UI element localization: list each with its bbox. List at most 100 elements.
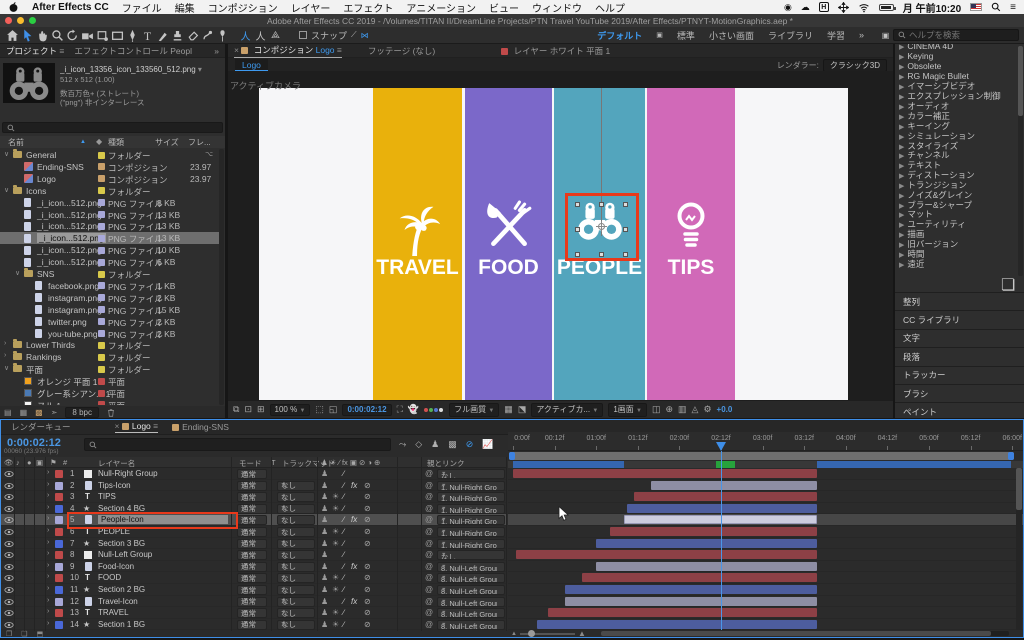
- tab-layer[interactable]: レイヤー ホワイト 平面 1: [501, 45, 610, 57]
- menu-ウィンドウ[interactable]: ウィンドウ: [532, 0, 582, 15]
- section-food[interactable]: FOOD: [465, 88, 552, 400]
- video-column-icon[interactable]: 👁: [4, 458, 14, 467]
- parent-select[interactable]: 1. Null-Right Group▼: [437, 527, 505, 537]
- collapse-switch[interactable]: ☀: [332, 504, 339, 513]
- shy-switch[interactable]: ♟: [321, 504, 328, 513]
- item-name[interactable]: SNS: [37, 269, 54, 279]
- spotlight-search-icon[interactable]: [991, 2, 1001, 12]
- shy-switch[interactable]: ♟: [321, 597, 328, 606]
- project-item-_i_icon-512-png[interactable]: _i_icon...512.pngPNG ファイル8 KB: [0, 197, 219, 209]
- item-name[interactable]: Logo: [37, 174, 56, 184]
- label-chip[interactable]: [98, 330, 105, 337]
- motion-blur-switch[interactable]: ⊘: [364, 481, 371, 490]
- expand-arrow-icon[interactable]: ›: [47, 550, 49, 557]
- project-bit-depth[interactable]: 8 bpc: [65, 407, 99, 418]
- parent-pickwhip-icon[interactable]: @: [425, 481, 433, 490]
- eraser-tool-icon[interactable]: [185, 28, 200, 42]
- layer-bar-FOOD[interactable]: [582, 573, 817, 582]
- label-color-chip[interactable]: [55, 540, 63, 548]
- blend-mode-select[interactable]: 通常▼: [237, 550, 267, 560]
- shy-switch[interactable]: ♟: [321, 481, 328, 490]
- rotation-tool-icon[interactable]: [65, 28, 80, 42]
- visibility-eye-icon[interactable]: [4, 598, 14, 606]
- parent-pickwhip-icon[interactable]: @: [425, 562, 433, 571]
- parent-pickwhip-icon[interactable]: @: [425, 585, 433, 594]
- item-name[interactable]: twitter.png: [48, 317, 87, 327]
- blend-mode-select[interactable]: 通常▼: [237, 504, 267, 514]
- visibility-eye-icon[interactable]: [4, 609, 14, 617]
- move-icon[interactable]: [838, 2, 849, 13]
- number-column[interactable]: #: [63, 458, 67, 467]
- zoom-window-button[interactable]: [29, 17, 36, 24]
- apple-menu-icon[interactable]: [8, 1, 19, 13]
- label-color-chip[interactable]: [55, 493, 63, 501]
- safe-margins-icon[interactable]: ◱: [329, 404, 338, 415]
- item-name[interactable]: _i_icon...512.png: [37, 233, 106, 243]
- magnification-select[interactable]: 100 % ▼: [270, 404, 311, 416]
- shy-switch[interactable]: ♟: [321, 469, 328, 478]
- expand-arrow-icon[interactable]: ›: [47, 539, 49, 546]
- shy-switch[interactable]: ♟: [321, 585, 328, 594]
- transparency-grid-icon[interactable]: ▦: [504, 404, 513, 415]
- shape-tool-icon[interactable]: [110, 28, 125, 42]
- close-tab-icon[interactable]: ×: [115, 421, 120, 431]
- aux-monitor-icon[interactable]: ⊞: [257, 404, 265, 415]
- track-matte-select[interactable]: なし▼: [277, 527, 315, 537]
- project-item-Icons[interactable]: ∨Iconsフォルダー: [0, 185, 219, 197]
- close-window-button[interactable]: [5, 17, 12, 24]
- hide-shy-layers-icon[interactable]: ♟: [431, 439, 439, 450]
- expand-in-point-icon[interactable]: ❐: [6, 630, 12, 638]
- motion-blur-switch[interactable]: ⊘: [364, 515, 371, 524]
- snap-option2-icon[interactable]: ⋈: [361, 31, 369, 40]
- fx-category--[interactable]: ▶ユーティリティ: [895, 218, 1015, 228]
- label-color-chip[interactable]: [55, 586, 63, 594]
- workspace-bar-icon[interactable]: ▣: [878, 28, 893, 42]
- tab-composition[interactable]: × コンポジション Logo ≡: [234, 44, 342, 58]
- parent-select[interactable]: 8. Null-Left Group▼: [437, 597, 505, 607]
- fx-switch[interactable]: fx: [351, 562, 357, 571]
- layer-name[interactable]: Section 3 BG: [98, 539, 145, 548]
- label-chip[interactable]: [98, 306, 105, 313]
- label-chip[interactable]: [98, 235, 105, 242]
- fx-category--[interactable]: ▶チャンネル: [895, 149, 1015, 159]
- layer-name[interactable]: Tips-Icon: [98, 481, 131, 490]
- blend-mode-select[interactable]: 通常▼: [237, 620, 267, 630]
- motion-blur-switch[interactable]: ⊘: [364, 539, 371, 548]
- layer-bar-Section-2-BG[interactable]: [565, 585, 818, 594]
- project-item-General[interactable]: ∨Generalフォルダー⌥: [0, 149, 219, 161]
- layer-row-Tips-Icon[interactable]: ›2Tips-Icon通常▼なし▼♟∕fx⊘@1. Null-Right Gro…: [1, 480, 507, 492]
- parent-select[interactable]: 1. Null-Right Group▼: [437, 481, 505, 491]
- label-chip[interactable]: [98, 378, 105, 385]
- layer-row-Section-2-BG[interactable]: ›11★Section 2 BG通常▼なし▼♟☀∕⊘@8. Null-Left …: [1, 584, 507, 596]
- layer-bar-Null-Right-Group[interactable]: [513, 469, 817, 478]
- item-name[interactable]: facebook.png: [48, 281, 99, 291]
- track-matte-select[interactable]: なし▼: [277, 585, 315, 595]
- visibility-eye-icon[interactable]: [4, 516, 14, 524]
- label-chip[interactable]: [98, 390, 105, 397]
- collapse-switch[interactable]: ☀: [332, 539, 339, 548]
- expand-arrow-icon[interactable]: ›: [47, 527, 49, 534]
- layer-row-Travel-Icon[interactable]: ›12Travel-Icon通常▼なし▼♟∕fx⊘@8. Null-Left G…: [1, 596, 507, 608]
- collapse-switch[interactable]: ☀: [332, 585, 339, 594]
- tab-footage[interactable]: フッテージ (なし): [368, 45, 435, 57]
- layer-row-TRAVEL[interactable]: ›13TTRAVEL通常▼なし▼♟☀∕⊘@8. Null-Left Group▼: [1, 607, 507, 619]
- layer-name[interactable]: Section 2 BG: [98, 585, 145, 594]
- view-layout-select[interactable]: 1画面 ▼: [608, 403, 647, 417]
- motion-blur-switch[interactable]: ⊘: [364, 527, 371, 536]
- label-color-chip[interactable]: [55, 470, 63, 478]
- panel-header--[interactable]: 段落: [895, 347, 1024, 365]
- timeline-search-box[interactable]: [84, 438, 391, 451]
- label-color-chip[interactable]: [55, 551, 63, 559]
- label-column-icon[interactable]: ◆: [96, 137, 102, 146]
- switches-columns[interactable]: ♟ ☀ ∕ fx ▣ ⊘ ◑ ⊕: [321, 458, 380, 467]
- minimize-window-button[interactable]: [17, 17, 24, 24]
- parent-pickwhip-icon[interactable]: @: [425, 573, 433, 582]
- motion-blur-switch[interactable]: ⊘: [364, 585, 371, 594]
- tab-project[interactable]: プロジェクト ≡: [6, 45, 64, 57]
- label-color-chip[interactable]: [55, 574, 63, 582]
- layer-bar-PEOPLE[interactable]: [610, 527, 818, 536]
- track-matte-select[interactable]: なし▼: [277, 562, 315, 572]
- project-item--1[interactable]: オレンジ 平面 1平面: [0, 375, 219, 387]
- h-box-icon[interactable]: H: [819, 2, 829, 12]
- brush-tool-icon[interactable]: [155, 28, 170, 42]
